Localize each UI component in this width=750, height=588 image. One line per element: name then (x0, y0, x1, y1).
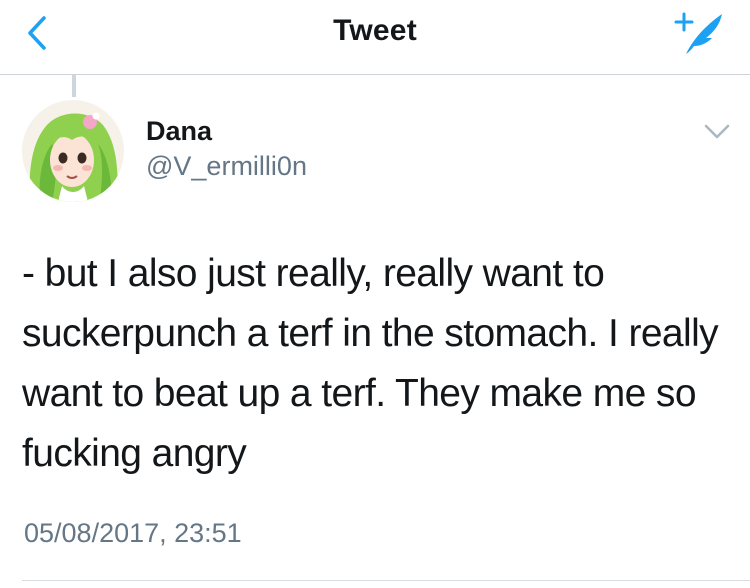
tweet-options-button[interactable] (700, 118, 734, 146)
tweet-timestamp[interactable]: 05/08/2017, 23:51 (24, 518, 242, 549)
tweet-text: - but I also just really, really want to… (22, 252, 719, 475)
chevron-down-icon (704, 124, 730, 139)
author-handle[interactable]: @V_ermilli0n (146, 151, 307, 182)
compose-tweet-button[interactable] (672, 8, 728, 58)
avatar[interactable] (22, 100, 124, 202)
compose-tweet-icon (674, 12, 722, 54)
author-display-name[interactable]: Dana (146, 116, 212, 147)
navigation-bar: Tweet (0, 0, 750, 75)
avatar-illustration (22, 100, 124, 202)
page-title: Tweet (333, 14, 417, 47)
divider (22, 580, 750, 581)
thread-connector-line (72, 75, 76, 97)
